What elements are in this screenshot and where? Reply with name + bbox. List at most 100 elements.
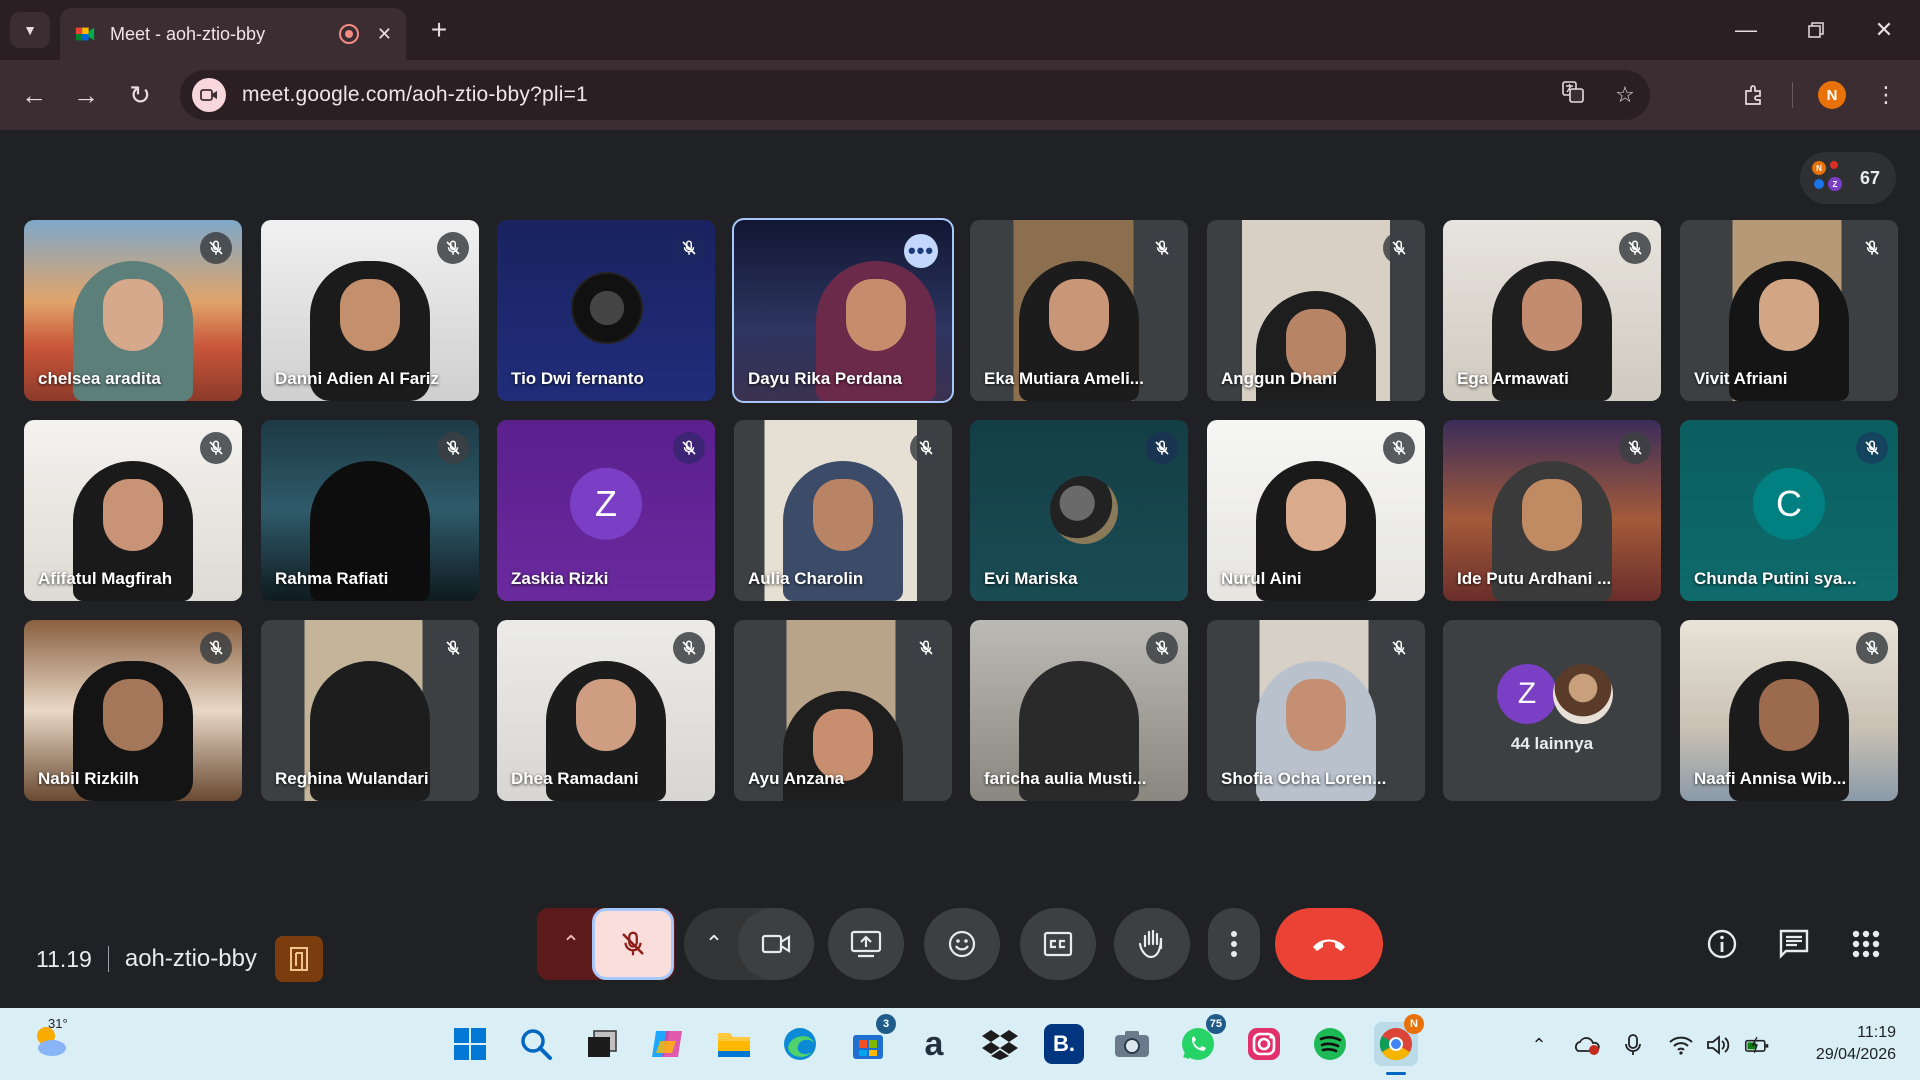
microsoft-store-icon[interactable]: 3 bbox=[846, 1014, 896, 1066]
participant-tile[interactable]: Ega Armawati bbox=[1443, 220, 1661, 401]
mic-muted-icon bbox=[673, 432, 705, 464]
camera-button[interactable] bbox=[738, 908, 814, 980]
participant-tile[interactable]: ••• Dayu Rika Perdana bbox=[732, 218, 954, 403]
store-notification-badge: 3 bbox=[876, 1014, 896, 1034]
battery-charging-icon[interactable] bbox=[1744, 1032, 1770, 1058]
participant-tile[interactable]: Afifatul Magfirah bbox=[24, 420, 242, 601]
show-hidden-icons-chevron-icon[interactable]: ⌃ bbox=[1526, 1032, 1552, 1058]
spotify-icon[interactable] bbox=[1308, 1022, 1352, 1066]
participant-name: Reghina Wulandari bbox=[275, 769, 429, 788]
bookmark-star-icon[interactable]: ☆ bbox=[1612, 82, 1638, 108]
camera-app-icon[interactable] bbox=[1110, 1022, 1154, 1066]
reactions-button[interactable] bbox=[924, 908, 1000, 980]
participant-tile[interactable]: Eka Mutiara Ameli... bbox=[970, 220, 1188, 401]
participant-tile[interactable]: Ide Putu Ardhani ... bbox=[1443, 420, 1661, 601]
volume-icon[interactable] bbox=[1706, 1032, 1732, 1058]
present-screen-button[interactable] bbox=[828, 908, 904, 980]
audio-options-chevron-icon[interactable]: ⌃ bbox=[553, 908, 589, 980]
participant-tile[interactable]: Rahma Rafiati bbox=[261, 420, 479, 601]
amazon-icon[interactable]: a bbox=[912, 1022, 956, 1066]
more-options-button[interactable] bbox=[1208, 908, 1260, 980]
mic-off-icon bbox=[622, 931, 644, 956]
browser-tab-meet[interactable]: Meet - aoh-ztio-bby ✕ bbox=[60, 8, 406, 60]
participant-tile[interactable]: Aulia Charolin bbox=[734, 420, 952, 601]
mic-muted-icon bbox=[673, 632, 705, 664]
chat-button[interactable] bbox=[1768, 918, 1820, 970]
mic-muted-icon bbox=[200, 432, 232, 464]
participant-tile[interactable]: Dhea Ramadani bbox=[497, 620, 715, 801]
participant-tile[interactable]: Ayu Anzana bbox=[734, 620, 952, 801]
reload-icon[interactable]: ↻ bbox=[120, 75, 160, 115]
dropbox-icon[interactable] bbox=[978, 1022, 1022, 1066]
participant-tile[interactable]: Vivit Afriani bbox=[1680, 220, 1898, 401]
others-avatar-photo bbox=[1553, 664, 1613, 724]
file-explorer-icon[interactable] bbox=[712, 1022, 756, 1066]
translate-icon[interactable] bbox=[1560, 80, 1586, 110]
mic-muted-icon bbox=[673, 232, 705, 264]
search-icon[interactable] bbox=[514, 1022, 558, 1066]
mic-muted-icon bbox=[1146, 432, 1178, 464]
restore-window-icon[interactable] bbox=[1786, 10, 1846, 50]
new-tab-button[interactable]: + bbox=[424, 14, 454, 46]
toolbar-divider bbox=[1792, 82, 1793, 108]
chrome-active-indicator bbox=[1386, 1072, 1406, 1075]
instagram-icon[interactable] bbox=[1242, 1022, 1286, 1066]
raise-hand-icon bbox=[1138, 929, 1163, 959]
tab-search-chevron-icon[interactable]: ▼ bbox=[10, 12, 50, 48]
copilot-icon[interactable] bbox=[646, 1022, 690, 1066]
browser-menu-icon[interactable]: ⋮ bbox=[1866, 75, 1906, 115]
mic-muted-icon bbox=[200, 632, 232, 664]
forward-arrow-icon[interactable]: → bbox=[66, 75, 106, 115]
raise-hand-button[interactable] bbox=[1114, 908, 1190, 980]
mic-muted-icon bbox=[1383, 632, 1415, 664]
participant-name: Tio Dwi fernanto bbox=[511, 369, 644, 388]
participant-tile[interactable]: Evi Mariska bbox=[970, 420, 1188, 601]
wifi-icon[interactable] bbox=[1668, 1032, 1694, 1058]
microphone-tray-icon[interactable] bbox=[1620, 1032, 1646, 1058]
url-text[interactable]: meet.google.com/aoh-ztio-bby?pli=1 bbox=[242, 83, 1534, 107]
mic-muted-icon bbox=[437, 632, 469, 664]
whatsapp-icon[interactable]: 75 bbox=[1176, 1014, 1226, 1066]
mic-muted-icon bbox=[1856, 432, 1888, 464]
captions-button[interactable] bbox=[1020, 908, 1096, 980]
whatsapp-notification-badge: 75 bbox=[1205, 1014, 1226, 1034]
profile-avatar-button[interactable]: N bbox=[1812, 75, 1852, 115]
tab-close-icon[interactable]: ✕ bbox=[377, 24, 392, 45]
windows-start-icon[interactable] bbox=[448, 1022, 492, 1066]
host-controls-icon[interactable] bbox=[274, 936, 323, 982]
participant-tile[interactable]: Nurul Aini bbox=[1207, 420, 1425, 601]
onedrive-offline-icon[interactable] bbox=[1574, 1032, 1600, 1058]
participant-tile[interactable]: Anggun Dhani bbox=[1207, 220, 1425, 401]
participant-tile[interactable]: Shofia Ocha Loren... bbox=[1207, 620, 1425, 801]
camera-site-icon[interactable] bbox=[192, 78, 226, 112]
participant-tile[interactable]: Reghina Wulandari bbox=[261, 620, 479, 801]
participant-tile[interactable]: C Chunda Putini sya... bbox=[1680, 420, 1898, 601]
booking-app-icon[interactable]: B. bbox=[1044, 1024, 1084, 1064]
participant-tile[interactable]: Danni Adien Al Fariz bbox=[261, 220, 479, 401]
video-options-chevron-icon[interactable]: ⌃ bbox=[696, 908, 732, 980]
chrome-icon[interactable]: N bbox=[1374, 1014, 1424, 1066]
participant-name: Danni Adien Al Fariz bbox=[275, 369, 440, 388]
participant-tile[interactable]: Nabil Rizkilh bbox=[24, 620, 242, 801]
chrome-profile-badge: N bbox=[1404, 1014, 1424, 1034]
extensions-puzzle-icon[interactable] bbox=[1734, 75, 1774, 115]
participant-tile[interactable]: Naafi Annisa Wib... bbox=[1680, 620, 1898, 801]
participant-tile[interactable]: Z Zaskia Rizki bbox=[497, 420, 715, 601]
participant-tile[interactable]: Tio Dwi fernanto bbox=[497, 220, 715, 401]
address-bar[interactable]: meet.google.com/aoh-ztio-bby?pli=1 ☆ bbox=[180, 70, 1650, 120]
system-clock[interactable]: 11:19 29/04/2026 bbox=[1816, 1022, 1896, 1066]
participant-count-button[interactable]: N Z 67 bbox=[1800, 152, 1896, 204]
back-arrow-icon[interactable]: ← bbox=[14, 75, 54, 115]
edge-browser-icon[interactable] bbox=[778, 1022, 822, 1066]
participant-tile[interactable]: chelsea aradita bbox=[24, 220, 242, 401]
others-tile[interactable]: Z 44 lainnya bbox=[1443, 620, 1661, 801]
participant-options-icon[interactable]: ••• bbox=[904, 234, 938, 268]
minimize-window-icon[interactable]: — bbox=[1716, 10, 1776, 50]
activities-button[interactable] bbox=[1840, 918, 1892, 970]
close-window-icon[interactable]: ✕ bbox=[1854, 10, 1914, 50]
microphone-off-button[interactable] bbox=[592, 908, 674, 980]
leave-call-button[interactable] bbox=[1275, 908, 1383, 980]
participant-tile[interactable]: faricha aulia Musti... bbox=[970, 620, 1188, 801]
meeting-details-button[interactable] bbox=[1696, 918, 1748, 970]
task-view-icon[interactable] bbox=[580, 1022, 624, 1066]
